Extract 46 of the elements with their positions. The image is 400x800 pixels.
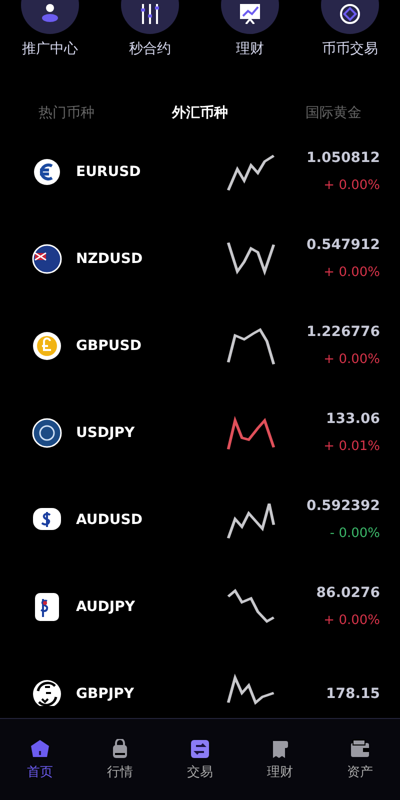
change-percent: + 0.00% bbox=[324, 178, 380, 193]
coin-icon bbox=[32, 156, 62, 186]
shortcut-label[interactable]: 秒合约 bbox=[129, 40, 171, 58]
nav-tab[interactable]: 行情 bbox=[85, 738, 155, 782]
change-percent: - 0.00% bbox=[330, 526, 380, 541]
chart-board-icon[interactable] bbox=[239, 4, 261, 24]
shortcut-label[interactable]: 理财 bbox=[236, 40, 264, 58]
pair-symbol[interactable]: GBPUSD bbox=[76, 338, 166, 354]
change-percent: + 0.01% bbox=[324, 439, 380, 454]
nav-tab[interactable]: 理财 bbox=[245, 738, 315, 782]
coin-icon bbox=[32, 592, 62, 622]
swap-icon bbox=[190, 738, 210, 758]
price-value: 86.0276 bbox=[316, 585, 380, 601]
price-value: 133.06 bbox=[326, 411, 380, 427]
category-tab[interactable]: 外汇币种 bbox=[166, 102, 234, 124]
pair-symbol[interactable]: EURUSD bbox=[76, 164, 166, 180]
nav-tab[interactable]: 交易 bbox=[165, 738, 235, 782]
price-value: 1.226776 bbox=[306, 324, 380, 340]
nav-tab[interactable]: 资产 bbox=[325, 738, 395, 782]
wallet-icon bbox=[350, 738, 370, 758]
pair-symbol[interactable]: AUDUSD bbox=[76, 512, 166, 528]
coin-icon bbox=[32, 244, 62, 274]
change-percent: + 0.00% bbox=[324, 613, 380, 628]
price-value: 178.15 bbox=[326, 686, 380, 702]
nav-tab[interactable]: 首页 bbox=[5, 738, 75, 782]
shortcut-label[interactable]: 币币交易 bbox=[322, 40, 378, 58]
price-value: 1.050812 bbox=[306, 150, 380, 166]
home-icon bbox=[30, 738, 50, 758]
coin-circle-icon[interactable] bbox=[339, 4, 361, 24]
receipt-icon bbox=[270, 738, 290, 758]
pair-symbol[interactable]: USDJPY bbox=[76, 424, 166, 440]
sliders-icon[interactable] bbox=[139, 4, 161, 24]
change-percent: + 0.00% bbox=[324, 352, 380, 367]
category-tab[interactable]: 热门币种 bbox=[32, 102, 101, 124]
pair-symbol[interactable]: GBPJPY bbox=[76, 686, 166, 702]
pair-symbol[interactable]: NZDUSD bbox=[76, 250, 166, 266]
person-icon[interactable] bbox=[39, 4, 61, 24]
pair-symbol[interactable]: AUDJPY bbox=[76, 598, 166, 614]
category-tab[interactable]: 国际黄金 bbox=[299, 102, 368, 124]
price-value: 0.592392 bbox=[306, 498, 380, 514]
coin-icon bbox=[32, 678, 62, 706]
change-percent: + 0.00% bbox=[324, 265, 380, 280]
coin-icon bbox=[32, 418, 62, 448]
shortcut-label[interactable]: 推广中心 bbox=[22, 40, 78, 58]
coin-icon bbox=[32, 330, 62, 360]
price-value: 0.547912 bbox=[306, 237, 380, 253]
